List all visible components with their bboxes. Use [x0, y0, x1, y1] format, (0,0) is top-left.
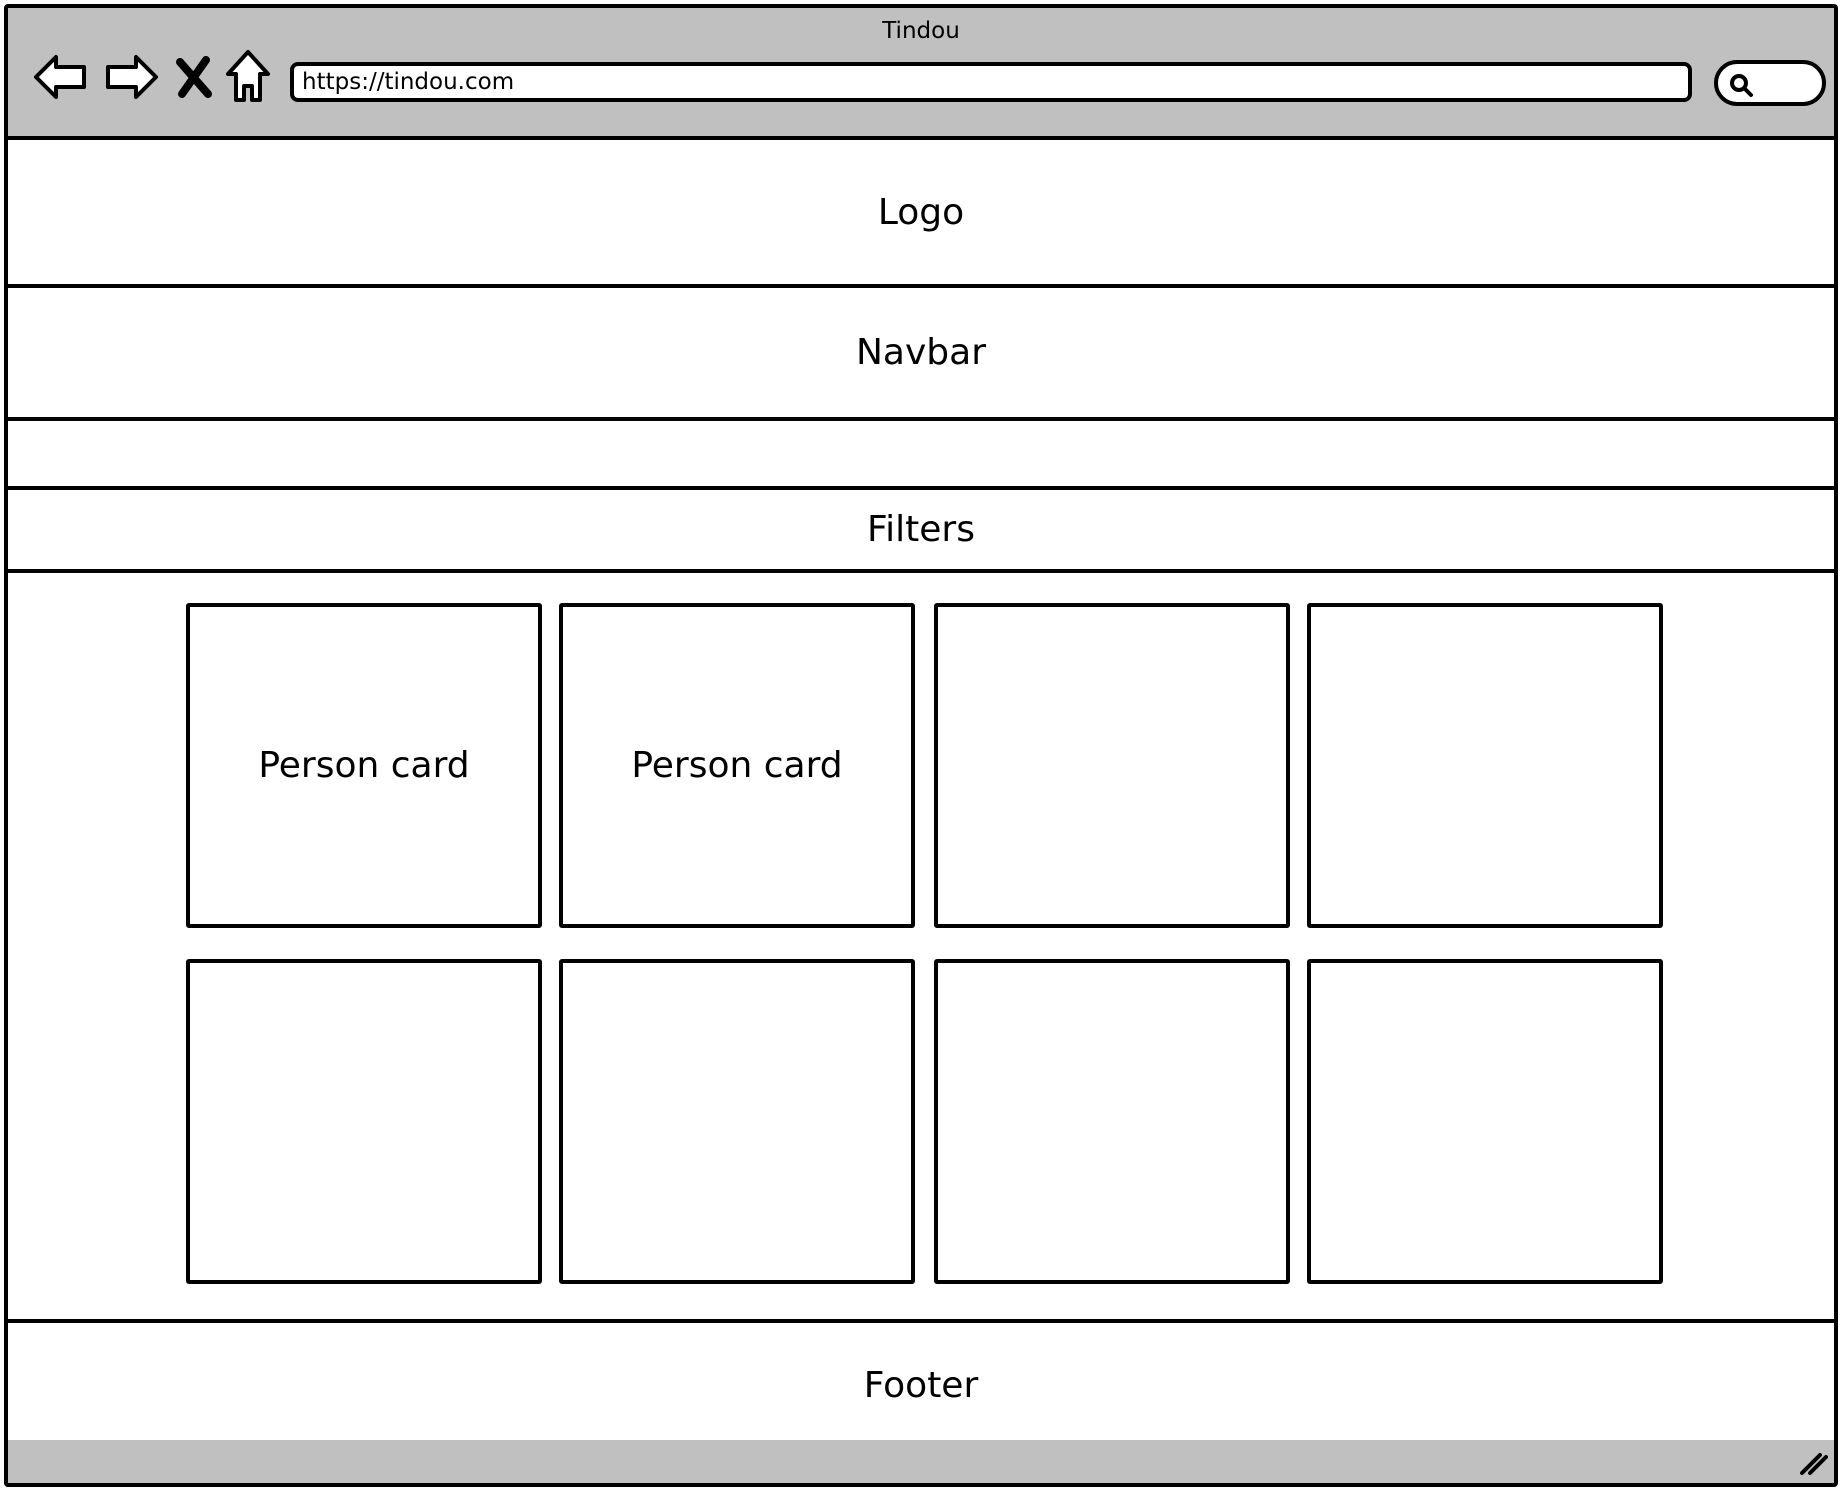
person-card[interactable]: Person card	[186, 603, 542, 928]
status-bar	[8, 1440, 1834, 1483]
logo-label: Logo	[877, 191, 965, 233]
home-icon	[226, 50, 270, 102]
back-arrow-icon	[34, 55, 86, 99]
stop-button[interactable]	[170, 46, 218, 108]
card-label: Person card	[631, 745, 843, 786]
person-card[interactable]: Person card	[559, 603, 915, 928]
card-grid: Person card Person card	[8, 573, 1834, 1319]
browser-toolbar: Tindou https://tindou.com	[8, 8, 1834, 136]
url-input[interactable]: https://tindou.com	[290, 62, 1692, 102]
filters-section: Filters	[8, 490, 1834, 573]
person-card[interactable]	[1307, 603, 1663, 928]
browser-window: Tindou https://tindou.com Logo Navbar Fi…	[4, 4, 1838, 1487]
person-card[interactable]	[186, 959, 542, 1284]
spacer-section	[8, 421, 1834, 490]
page-viewport: Logo Navbar Filters Person card Person c…	[8, 136, 1834, 1448]
close-icon	[176, 56, 212, 98]
resize-grip-icon[interactable]	[1798, 1447, 1828, 1477]
logo-section: Logo	[8, 140, 1834, 288]
forward-arrow-icon	[106, 55, 158, 99]
window-title: Tindou	[882, 18, 960, 44]
home-button[interactable]	[222, 46, 274, 108]
person-card[interactable]	[934, 959, 1290, 1284]
person-card[interactable]	[559, 959, 915, 1284]
url-text: https://tindou.com	[302, 69, 515, 95]
footer-section: Footer	[8, 1319, 1834, 1448]
forward-button[interactable]	[100, 46, 162, 108]
person-card[interactable]	[934, 603, 1290, 928]
card-label: Person card	[258, 745, 470, 786]
person-card[interactable]	[1307, 959, 1663, 1284]
footer-label: Footer	[863, 1365, 979, 1406]
filters-label: Filters	[867, 509, 975, 550]
search-input[interactable]	[1714, 60, 1826, 106]
navbar-label: Navbar	[855, 332, 986, 373]
search-icon	[1730, 74, 1753, 97]
navbar-section: Navbar	[8, 288, 1834, 421]
back-button[interactable]	[30, 46, 92, 108]
